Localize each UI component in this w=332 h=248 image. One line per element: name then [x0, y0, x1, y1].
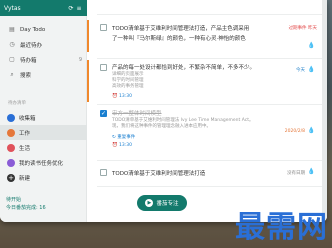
- task-checkbox-checked[interactable]: ✓: [100, 110, 107, 117]
- list-item-label: 收集箱: [19, 115, 36, 122]
- divider: [97, 160, 322, 161]
- scrollbar[interactable]: [322, 0, 327, 222]
- task-repeat: ↻ 重复事件: [112, 135, 136, 140]
- task-tag: 过期事件 昨天: [288, 26, 317, 31]
- new-list-label: 新建: [19, 175, 31, 182]
- task-title-cont: 了一种叫『马尔斯绿』的颜色，一种有心灵·神怡的颜色: [112, 36, 246, 42]
- task-sub: 高效的事务管理: [112, 84, 144, 89]
- task-row[interactable]: TODO清单基于艾维利时间管理法打造 没有日期 💧: [87, 165, 327, 185]
- menu-icon[interactable]: ≡: [75, 5, 83, 12]
- watermark-logo: 最需网: [235, 210, 328, 245]
- sidebar-item-label: Day Todo: [20, 26, 46, 33]
- list-color-dot: [7, 158, 15, 167]
- task-checkbox[interactable]: [100, 64, 107, 71]
- task-title: TODO清单基于艾维利时间管理法打造: [112, 171, 206, 177]
- task-title: TODO清单基于艾维利时间管理法打造，产品主色调采用: [112, 26, 250, 32]
- task-tag: 没有日期: [287, 171, 305, 176]
- account-name: Vytas: [4, 4, 21, 12]
- task-row[interactable]: 产品的每一处设计都恰到好处，不繁杂不简单，不多不少。 详细的页面展示 科学的时间…: [87, 60, 327, 102]
- droplet-icon: 💧: [307, 127, 315, 134]
- task-time: ⏰ 13:30: [112, 143, 133, 148]
- focus-button-label: 番茄专注: [156, 201, 179, 207]
- app-window: Vytas ⟳ ≡ ▤ Day Todo ◷ 最近待办 ▢ 待办箱 9 ⌕ 搜索: [0, 0, 327, 222]
- task-time-text: 13:30: [119, 143, 133, 148]
- sidebar: Vytas ⟳ ≡ ▤ Day Todo ◷ 最近待办 ▢ 待办箱 9 ⌕ 搜索: [0, 0, 87, 222]
- list-item-reading[interactable]: 我的读书任务优化: [0, 155, 87, 170]
- sync-icon[interactable]: ⟳: [67, 5, 75, 12]
- new-list-button[interactable]: + 新建: [0, 170, 87, 185]
- sidebar-item-search[interactable]: ⌕ 搜索: [0, 67, 87, 82]
- task-sub: 现，我们将这种事件的管理理念融入进本应用中。: [112, 124, 211, 129]
- sidebar-nav: ▤ Day Todo ◷ 最近待办 ▢ 待办箱 9 ⌕ 搜索: [0, 22, 87, 82]
- task-title: 产品的每一处设计都恰到好处，不繁杂不简单，不多不少。: [112, 65, 256, 71]
- task-time-text: 13:30: [119, 94, 133, 99]
- inbox-icon: ▢: [9, 56, 15, 63]
- list-item-label: 工作: [19, 130, 31, 137]
- list-item-label: 生活: [19, 145, 31, 152]
- sidebar-item-label: 搜索: [20, 72, 32, 79]
- inbox-count: 9: [78, 56, 82, 63]
- list-item-label: 我的读书任务优化: [19, 160, 64, 167]
- task-row[interactable]: TODO清单基于艾维利时间管理法打造，产品主色调采用 过期事件 昨天 了一种叫『…: [87, 20, 327, 52]
- task-row[interactable]: ✓ 审方一整体时间模型 TODO清单基于艾维利时间管理法 Ivy Lee Tim…: [87, 105, 327, 153]
- task-title: 审方一整体时间模型: [112, 111, 162, 117]
- sidebar-item-inbox[interactable]: ▢ 待办箱 9: [0, 52, 87, 67]
- divider: [97, 14, 322, 15]
- sidebar-item-label: 最近待办: [20, 42, 43, 49]
- repeat-label: 重复事件: [117, 135, 136, 140]
- task-list: TODO清单基于艾维利时间管理法打造，产品主色调采用 过期事件 昨天 了一种叫『…: [87, 0, 327, 222]
- priority-bar: [87, 60, 89, 102]
- task-checkbox[interactable]: [100, 24, 107, 31]
- list-color-dot: [7, 128, 15, 137]
- search-icon: ⌕: [10, 70, 14, 78]
- divider: [97, 186, 322, 187]
- task-tag: 今天: [296, 68, 305, 73]
- sidebar-item-day-todo[interactable]: ▤ Day Todo: [0, 22, 87, 37]
- play-icon: ▶: [145, 199, 154, 207]
- task-time: ⏰ 13:30: [112, 94, 133, 99]
- list-item-work[interactable]: 工作: [0, 125, 87, 140]
- lists-section-label: 待办清单: [8, 101, 26, 106]
- sidebar-item-label: 待办箱: [20, 57, 37, 64]
- task-date: 2020/2/8: [284, 129, 305, 134]
- sidebar-item-recent[interactable]: ◷ 最近待办: [0, 37, 87, 52]
- priority-bar: [87, 20, 89, 52]
- calendar-icon: ▤: [9, 26, 15, 33]
- droplet-icon: 💧: [307, 168, 315, 175]
- divider: [97, 58, 322, 59]
- list-color-dot: [7, 113, 15, 122]
- stats-line-1: 待开始: [6, 197, 22, 203]
- list-item-collect[interactable]: 收集箱: [0, 110, 87, 125]
- list-item-life[interactable]: 生活: [0, 140, 87, 155]
- task-checkbox[interactable]: [100, 169, 107, 176]
- clock-icon: ◷: [9, 41, 15, 48]
- account-header[interactable]: Vytas ⟳ ≡: [0, 0, 87, 16]
- pomodoro-focus-button[interactable]: ▶ 番茄专注: [137, 195, 187, 211]
- plus-icon: +: [7, 173, 15, 182]
- todo-lists: 收集箱 工作 生活 我的读书任务优化 + 新建: [0, 110, 87, 185]
- list-color-dot: [7, 143, 15, 152]
- droplet-icon: 💧: [307, 66, 315, 73]
- pomodoro-stats: 待开始 今日番茄完成: 16: [6, 196, 46, 212]
- droplet-icon: 💧: [307, 42, 315, 49]
- stats-line-2: 今日番茄完成: 16: [6, 205, 46, 211]
